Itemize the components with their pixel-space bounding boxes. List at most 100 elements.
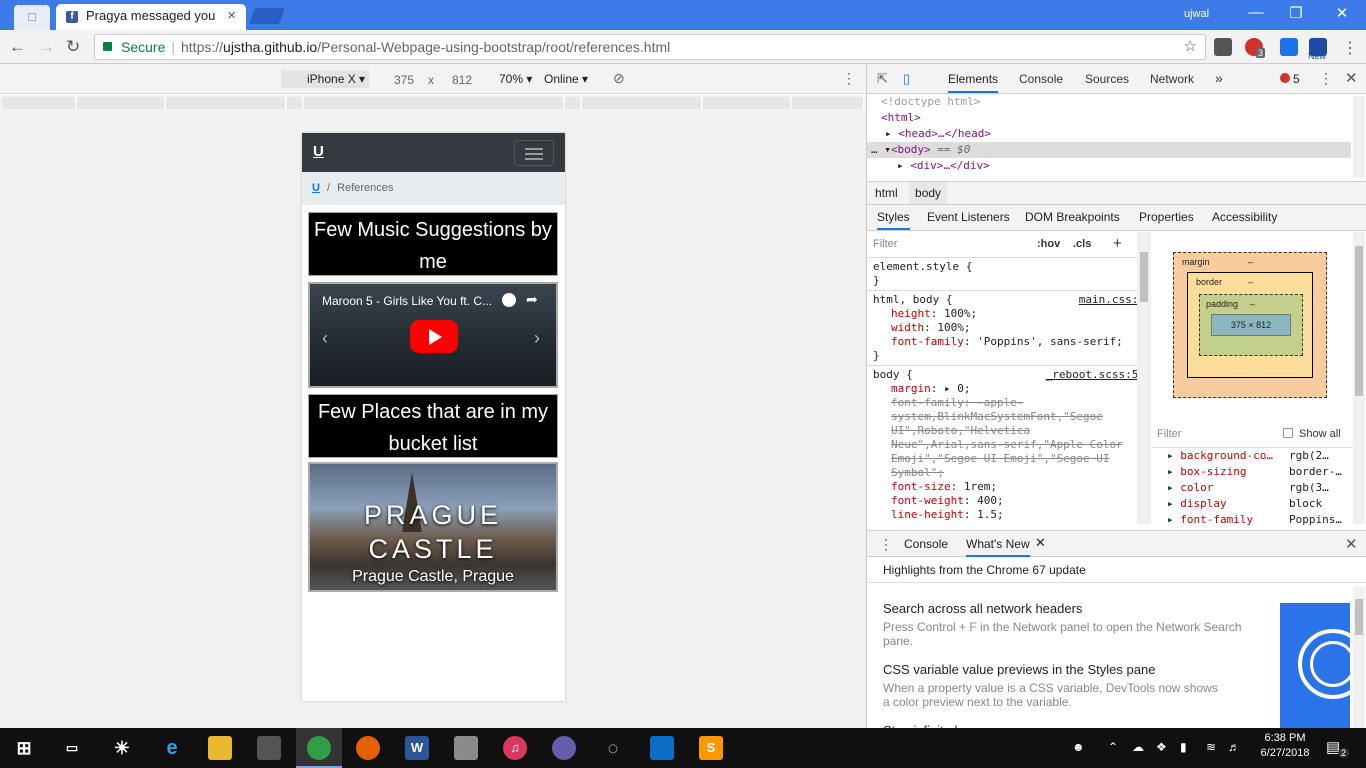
subtab-styles[interactable]: Styles: [877, 210, 910, 230]
drawer-tab-whats-new[interactable]: What's New: [966, 537, 1030, 557]
media-query-segment[interactable]: [166, 97, 286, 109]
body-reboot-rule[interactable]: _reboot.scss:58 body { margin: ▸ 0; font-…: [867, 366, 1151, 524]
minimize-icon[interactable]: —: [1236, 4, 1276, 21]
site-logo[interactable]: U: [313, 143, 324, 160]
styles-filter-input[interactable]: Filter: [873, 238, 897, 250]
droplet-icon[interactable]: ◌: [601, 736, 625, 760]
places-carousel[interactable]: PRAGUE CASTLE Prague Castle, Prague: [308, 462, 558, 592]
clock[interactable]: 6:38 PM 6/27/2018: [1256, 732, 1314, 759]
subtab-accessibility[interactable]: Accessibility: [1212, 210, 1277, 224]
inspect-icon[interactable]: ⇱: [877, 71, 888, 87]
html-body-rule[interactable]: main.css:1 html, body { height: 100%; wid…: [867, 291, 1151, 366]
media-query-segment[interactable]: [287, 97, 303, 109]
tab-sources[interactable]: Sources: [1085, 72, 1129, 86]
highlight-title[interactable]: CSS variable value previews in the Style…: [883, 662, 1263, 677]
cls-toggle[interactable]: .cls: [1073, 232, 1091, 256]
task-view-icon[interactable]: ▭: [60, 736, 84, 760]
media-query-segment[interactable]: [304, 97, 564, 109]
highlight-title[interactable]: Search across all network headers: [883, 601, 1263, 616]
sublime-icon[interactable]: S: [699, 736, 723, 760]
battery-icon[interactable]: ▮: [1180, 740, 1187, 754]
viber-icon[interactable]: [552, 736, 576, 760]
subtab-event-listeners[interactable]: Event Listeners: [927, 210, 1010, 224]
firefox-icon[interactable]: [356, 736, 380, 760]
rotate-icon[interactable]: ⊘: [613, 70, 625, 87]
carousel-next-icon[interactable]: ›: [534, 328, 540, 349]
wifi-icon[interactable]: ≋: [1206, 740, 1216, 754]
tab-console[interactable]: Console: [1019, 72, 1063, 86]
extension-icon[interactable]: [1214, 38, 1232, 56]
device-menu-icon[interactable]: ⋮: [842, 70, 856, 87]
body-node[interactable]: … ▾<body> == $0: [867, 142, 1351, 158]
people-icon[interactable]: ☻: [1072, 740, 1085, 754]
onedrive-icon[interactable]: ☁: [1132, 740, 1144, 754]
tab-network[interactable]: Network: [1150, 72, 1194, 86]
div-node[interactable]: ▸ <div>…</div>: [867, 158, 1351, 174]
translate-icon[interactable]: [1280, 38, 1298, 56]
volume-icon[interactable]: ♬: [1228, 740, 1240, 754]
device-select[interactable]: iPhone X ▾: [281, 70, 369, 88]
content-box[interactable]: 375 × 812: [1211, 314, 1291, 336]
rule-source-link[interactable]: _reboot.scss:58: [1046, 368, 1145, 382]
dropbox-icon[interactable]: ❖: [1156, 740, 1167, 754]
breadcrumb-home[interactable]: U: [312, 182, 320, 194]
tray-expand-icon[interactable]: ⌃: [1108, 740, 1118, 754]
height-input[interactable]: 812: [452, 73, 472, 87]
new-rule-icon[interactable]: +: [1113, 232, 1122, 256]
html-node[interactable]: <html>: [867, 110, 1351, 126]
drawer-close-icon[interactable]: ✕: [1345, 535, 1358, 553]
computed-filter-input[interactable]: Filter: [1157, 428, 1181, 440]
close-whats-new-icon[interactable]: ✕: [1035, 535, 1046, 551]
hov-toggle[interactable]: :hov: [1037, 232, 1060, 256]
computed-row[interactable]: ▸ font-family Poppins…: [1153, 512, 1353, 528]
devtools-menu-icon[interactable]: ⋮: [1319, 70, 1333, 87]
styles-scrollbar[interactable]: [1137, 232, 1151, 524]
drawer-tab-console[interactable]: Console: [904, 537, 948, 551]
bookmark-star-icon[interactable]: ☆: [1184, 35, 1197, 59]
computed-row[interactable]: ▸ box-sizing border-…: [1153, 464, 1353, 480]
play-button[interactable]: [410, 320, 458, 353]
new-tab-button[interactable]: [249, 8, 285, 24]
menu-icon[interactable]: ⋮: [1342, 38, 1358, 58]
chrome-icon[interactable]: [307, 736, 331, 760]
reload-icon[interactable]: ↻: [66, 37, 80, 57]
brightness-icon[interactable]: ☀: [110, 736, 134, 760]
doctype-node[interactable]: <!doctype html>: [867, 94, 1351, 110]
computed-row[interactable]: ▸ color rgb(3…: [1153, 480, 1353, 496]
show-all-checkbox[interactable]: [1283, 428, 1293, 438]
restore-icon[interactable]: ❐: [1276, 4, 1316, 22]
network-select[interactable]: Online ▾: [544, 72, 588, 86]
elements-scrollbar[interactable]: [1353, 96, 1365, 178]
width-input[interactable]: 375: [394, 73, 414, 87]
video-carousel[interactable]: Maroon 5 - Girls Like You ft. C... ➦ ‹ ›: [308, 282, 558, 388]
device-mode-icon[interactable]: ▯: [903, 71, 910, 87]
edge-icon[interactable]: e: [160, 736, 184, 760]
more-tabs-icon[interactable]: »: [1215, 70, 1223, 86]
address-bar[interactable]: Secure | https://ujstha.github.io/Personal…: [94, 34, 1206, 60]
head-node[interactable]: ▸ <head>…</head>: [867, 126, 1351, 142]
crumb-body[interactable]: body: [909, 182, 948, 204]
forward-icon[interactable]: →: [38, 37, 55, 57]
watch-later-icon[interactable]: [502, 293, 516, 307]
computed-row[interactable]: ▸ display block: [1153, 496, 1353, 512]
carousel-prev-icon[interactable]: ‹: [322, 328, 328, 349]
computed-scrollbar[interactable]: [1353, 232, 1365, 524]
media-player-icon[interactable]: [454, 736, 478, 760]
media-query-segment[interactable]: [2, 97, 76, 109]
error-count[interactable]: 5: [1293, 72, 1300, 86]
zoom-select[interactable]: 70% ▾: [499, 72, 532, 86]
store-icon[interactable]: [257, 736, 281, 760]
back-icon[interactable]: ←: [9, 37, 26, 57]
drawer-scrollbar[interactable]: [1353, 587, 1365, 729]
media-query-segment[interactable]: [792, 97, 864, 109]
close-window-icon[interactable]: ✕: [1322, 4, 1362, 22]
subtab-dom-breakpoints[interactable]: DOM Breakpoints: [1025, 210, 1120, 224]
blank-tab[interactable]: □: [14, 5, 50, 30]
element-style-rule[interactable]: element.style { }: [867, 258, 1151, 291]
windows-start-icon[interactable]: ⊞: [12, 736, 36, 760]
itunes-icon[interactable]: ♫: [503, 736, 527, 760]
navbar-toggler[interactable]: [514, 140, 554, 166]
vscode-icon[interactable]: [650, 736, 674, 760]
drawer-menu-icon[interactable]: ⋮: [879, 536, 893, 553]
close-tab-icon[interactable]: ×: [227, 4, 236, 28]
